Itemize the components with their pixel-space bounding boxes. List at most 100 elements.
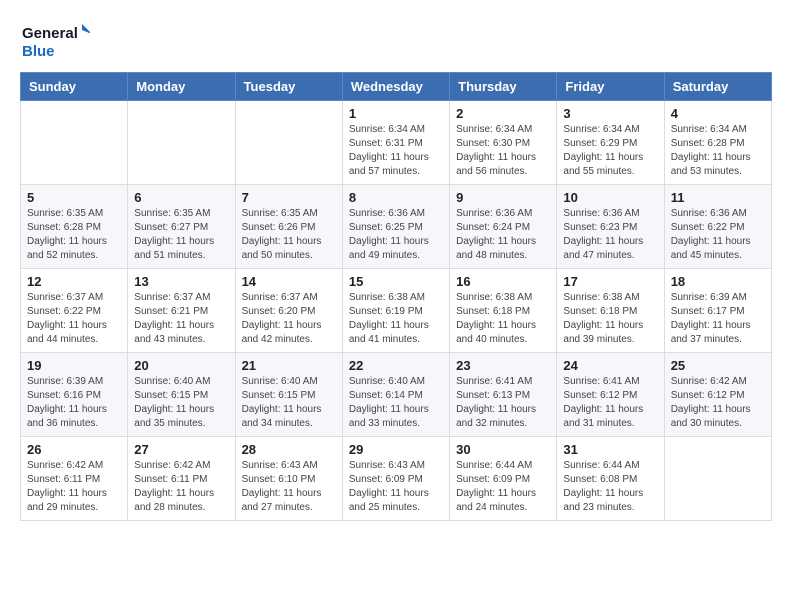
- day-info: Sunrise: 6:37 AM Sunset: 6:21 PM Dayligh…: [134, 291, 228, 347]
- calendar-cell: 2 Sunrise: 6:34 AM Sunset: 6:30 PM Daylig…: [450, 101, 557, 185]
- day-number: 18: [671, 274, 765, 289]
- weekday-header-wednesday: Wednesday: [342, 73, 449, 101]
- calendar-cell: 18Sunrise: 6:39 AM Sunset: 6:17 PM Dayli…: [664, 269, 771, 353]
- day-info: Sunrise: 6:38 AM Sunset: 6:18 PM Dayligh…: [456, 291, 550, 347]
- calendar-cell: 15 Sunrise: 6:38 AM Sunset: 6:19 PM Dayli…: [342, 269, 449, 353]
- day-info: Sunrise: 6:35 AM Sunset: 6:26 PM Dayligh…: [242, 207, 336, 263]
- day-number: 24: [563, 358, 657, 373]
- day-info: Sunrise: 6:39 AM Sunset: 6:16 PM Dayligh…: [27, 375, 121, 431]
- day-info: Sunrise: 6:36 AM Sunset: 6:22 PM Dayligh…: [671, 207, 765, 263]
- week-row-2: 12 Sunrise: 6:37 AM Sunset: 6:22 PM Dayli…: [21, 269, 772, 353]
- day-number: 23: [456, 358, 550, 373]
- day-info: Sunrise: 6:37 AM Sunset: 6:22 PM Dayligh…: [27, 291, 121, 347]
- day-number: 3: [563, 106, 657, 121]
- calendar-cell: 23 Sunrise: 6:41 AM Sunset: 6:13 PM Dayli…: [450, 353, 557, 437]
- day-info: Sunrise: 6:36 AM Sunset: 6:23 PM Dayligh…: [563, 207, 657, 263]
- calendar-cell: 8 Sunrise: 6:36 AM Sunset: 6:25 PM Daylig…: [342, 185, 449, 269]
- day-number: 16: [456, 274, 550, 289]
- calendar-cell: 10Sunrise: 6:36 AM Sunset: 6:23 PM Dayli…: [557, 185, 664, 269]
- day-info: Sunrise: 6:41 AM Sunset: 6:13 PM Dayligh…: [456, 375, 550, 431]
- day-number: 6: [134, 190, 228, 205]
- logo: General Blue: [20, 20, 90, 62]
- day-number: 12: [27, 274, 121, 289]
- calendar-cell: 26 Sunrise: 6:42 AM Sunset: 6:11 PM Dayli…: [21, 437, 128, 521]
- day-info: Sunrise: 6:42 AM Sunset: 6:11 PM Dayligh…: [134, 459, 228, 515]
- calendar-cell: 1 Sunrise: 6:34 AM Sunset: 6:31 PM Daylig…: [342, 101, 449, 185]
- day-number: 9: [456, 190, 550, 205]
- day-info: Sunrise: 6:38 AM Sunset: 6:18 PM Dayligh…: [563, 291, 657, 347]
- day-number: 26: [27, 442, 121, 457]
- day-info: Sunrise: 6:34 AM Sunset: 6:31 PM Dayligh…: [349, 123, 443, 179]
- day-info: Sunrise: 6:35 AM Sunset: 6:27 PM Dayligh…: [134, 207, 228, 263]
- weekday-header-row: SundayMondayTuesdayWednesdayThursdayFrid…: [21, 73, 772, 101]
- calendar-cell: 22 Sunrise: 6:40 AM Sunset: 6:14 PM Dayli…: [342, 353, 449, 437]
- day-info: Sunrise: 6:40 AM Sunset: 6:15 PM Dayligh…: [134, 375, 228, 431]
- day-info: Sunrise: 6:36 AM Sunset: 6:25 PM Dayligh…: [349, 207, 443, 263]
- day-info: Sunrise: 6:34 AM Sunset: 6:30 PM Dayligh…: [456, 123, 550, 179]
- day-number: 31: [563, 442, 657, 457]
- day-info: Sunrise: 6:38 AM Sunset: 6:19 PM Dayligh…: [349, 291, 443, 347]
- day-info: Sunrise: 6:44 AM Sunset: 6:08 PM Dayligh…: [563, 459, 657, 515]
- calendar-cell: 20Sunrise: 6:40 AM Sunset: 6:15 PM Dayli…: [128, 353, 235, 437]
- day-number: 22: [349, 358, 443, 373]
- day-info: Sunrise: 6:34 AM Sunset: 6:29 PM Dayligh…: [563, 123, 657, 179]
- calendar-cell: 28Sunrise: 6:43 AM Sunset: 6:10 PM Dayli…: [235, 437, 342, 521]
- svg-text:General: General: [22, 25, 78, 42]
- calendar-cell: 3 Sunrise: 6:34 AM Sunset: 6:29 PM Daylig…: [557, 101, 664, 185]
- day-number: 7: [242, 190, 336, 205]
- day-info: Sunrise: 6:40 AM Sunset: 6:15 PM Dayligh…: [242, 375, 336, 431]
- day-info: Sunrise: 6:36 AM Sunset: 6:24 PM Dayligh…: [456, 207, 550, 263]
- weekday-header-monday: Monday: [128, 73, 235, 101]
- calendar-cell: [664, 437, 771, 521]
- day-number: 14: [242, 274, 336, 289]
- page-header: General Blue: [20, 20, 772, 62]
- calendar-cell: [21, 101, 128, 185]
- calendar-cell: 12 Sunrise: 6:37 AM Sunset: 6:22 PM Dayli…: [21, 269, 128, 353]
- weekday-header-tuesday: Tuesday: [235, 73, 342, 101]
- day-number: 13: [134, 274, 228, 289]
- day-number: 8: [349, 190, 443, 205]
- week-row-1: 5 Sunrise: 6:35 AM Sunset: 6:28 PM Daylig…: [21, 185, 772, 269]
- calendar-cell: [235, 101, 342, 185]
- day-number: 28: [242, 442, 336, 457]
- calendar-cell: 19Sunrise: 6:39 AM Sunset: 6:16 PM Dayli…: [21, 353, 128, 437]
- day-number: 27: [134, 442, 228, 457]
- day-info: Sunrise: 6:41 AM Sunset: 6:12 PM Dayligh…: [563, 375, 657, 431]
- day-info: Sunrise: 6:42 AM Sunset: 6:11 PM Dayligh…: [27, 459, 121, 515]
- calendar-cell: 14Sunrise: 6:37 AM Sunset: 6:20 PM Dayli…: [235, 269, 342, 353]
- day-number: 2: [456, 106, 550, 121]
- day-info: Sunrise: 6:42 AM Sunset: 6:12 PM Dayligh…: [671, 375, 765, 431]
- calendar-table: SundayMondayTuesdayWednesdayThursdayFrid…: [20, 72, 772, 521]
- week-row-0: 1 Sunrise: 6:34 AM Sunset: 6:31 PM Daylig…: [21, 101, 772, 185]
- day-info: Sunrise: 6:44 AM Sunset: 6:09 PM Dayligh…: [456, 459, 550, 515]
- day-number: 30: [456, 442, 550, 457]
- calendar-cell: 31 Sunrise: 6:44 AM Sunset: 6:08 PM Dayli…: [557, 437, 664, 521]
- calendar-cell: 4Sunrise: 6:34 AM Sunset: 6:28 PM Daylig…: [664, 101, 771, 185]
- day-number: 11: [671, 190, 765, 205]
- day-info: Sunrise: 6:35 AM Sunset: 6:28 PM Dayligh…: [27, 207, 121, 263]
- calendar-cell: 25Sunrise: 6:42 AM Sunset: 6:12 PM Dayli…: [664, 353, 771, 437]
- calendar-cell: 11 Sunrise: 6:36 AM Sunset: 6:22 PM Dayli…: [664, 185, 771, 269]
- day-info: Sunrise: 6:43 AM Sunset: 6:09 PM Dayligh…: [349, 459, 443, 515]
- calendar-cell: 29 Sunrise: 6:43 AM Sunset: 6:09 PM Dayli…: [342, 437, 449, 521]
- logo-svg: General Blue: [20, 20, 90, 62]
- calendar-cell: [128, 101, 235, 185]
- calendar-cell: 24 Sunrise: 6:41 AM Sunset: 6:12 PM Dayli…: [557, 353, 664, 437]
- day-info: Sunrise: 6:34 AM Sunset: 6:28 PM Dayligh…: [671, 123, 765, 179]
- calendar-cell: 9 Sunrise: 6:36 AM Sunset: 6:24 PM Daylig…: [450, 185, 557, 269]
- weekday-header-saturday: Saturday: [664, 73, 771, 101]
- calendar-cell: 30 Sunrise: 6:44 AM Sunset: 6:09 PM Dayli…: [450, 437, 557, 521]
- weekday-header-thursday: Thursday: [450, 73, 557, 101]
- week-row-3: 19Sunrise: 6:39 AM Sunset: 6:16 PM Dayli…: [21, 353, 772, 437]
- day-number: 5: [27, 190, 121, 205]
- day-info: Sunrise: 6:40 AM Sunset: 6:14 PM Dayligh…: [349, 375, 443, 431]
- week-row-4: 26 Sunrise: 6:42 AM Sunset: 6:11 PM Dayli…: [21, 437, 772, 521]
- svg-text:Blue: Blue: [22, 43, 55, 60]
- day-number: 17: [563, 274, 657, 289]
- day-number: 1: [349, 106, 443, 121]
- calendar-cell: 27 Sunrise: 6:42 AM Sunset: 6:11 PM Dayli…: [128, 437, 235, 521]
- day-number: 15: [349, 274, 443, 289]
- day-number: 29: [349, 442, 443, 457]
- calendar-cell: 6 Sunrise: 6:35 AM Sunset: 6:27 PM Daylig…: [128, 185, 235, 269]
- weekday-header-sunday: Sunday: [21, 73, 128, 101]
